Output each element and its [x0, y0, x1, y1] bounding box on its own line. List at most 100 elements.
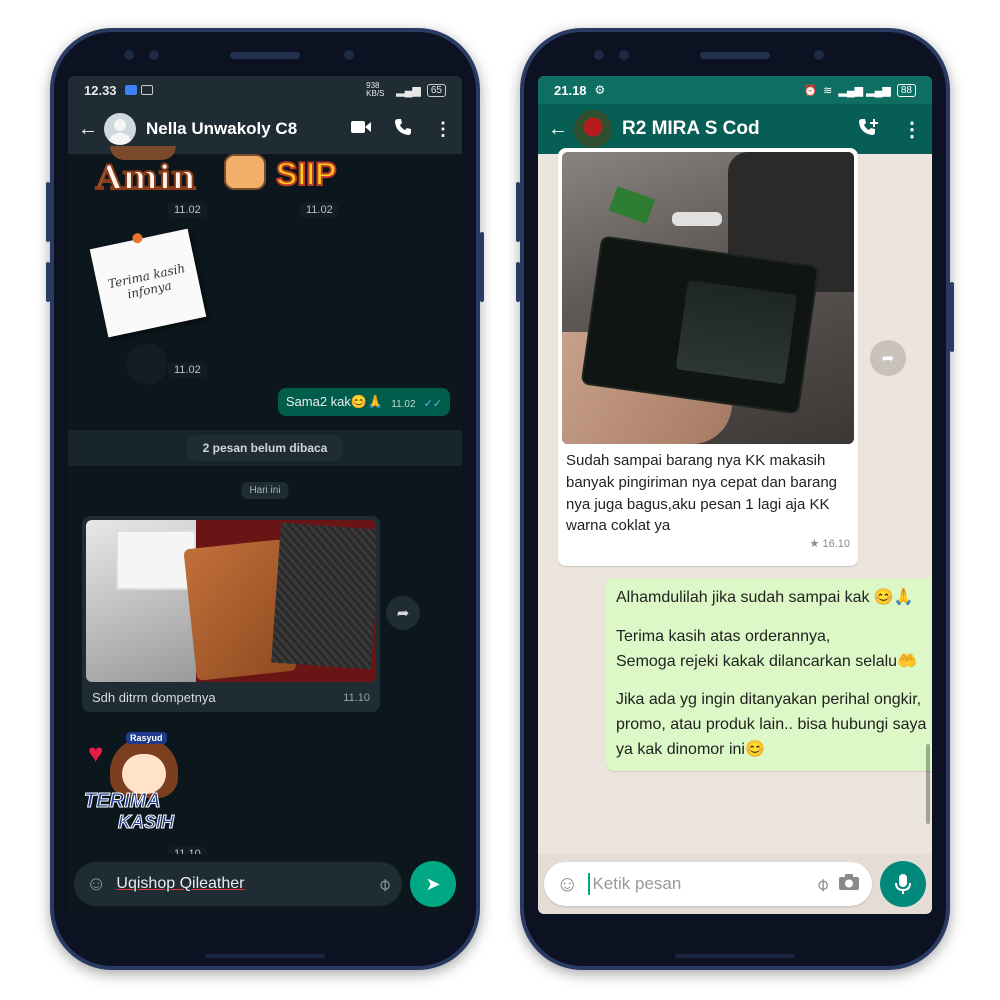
contact-avatar[interactable] [104, 113, 136, 145]
amin-sticker[interactable]: Amin [88, 146, 208, 199]
voice-call-icon[interactable] [394, 118, 412, 141]
message-input-text[interactable]: Uqishop Qileather [116, 875, 369, 893]
message-composer: ☺ Uqishop Qileather ⌀ ➤ [68, 854, 462, 914]
status-bar: 21.18 ⚙ ⏰ ≋ ▂▄▆ ▂▄▆ 88 [538, 76, 932, 104]
phone-chin [205, 954, 325, 958]
chat-area: Sudah sampai barang nya KK makasih banya… [538, 148, 932, 854]
more-options-icon[interactable]: ⋮ [434, 119, 452, 140]
bixby-button [46, 262, 50, 302]
sticker-text-line1: TERIMA [84, 790, 162, 813]
send-icon: ➤ [425, 873, 441, 894]
microphone-icon [895, 874, 911, 894]
front-camera-icon [344, 50, 354, 60]
terima-kasih-note-sticker[interactable]: Terima kasih infonya [89, 228, 207, 338]
amin-sticker-text: Amin [95, 157, 197, 199]
chat-header: ← R2 MIRA S Cod ⋮ [538, 104, 932, 154]
message-time: 11.02 [168, 202, 207, 218]
contact-name[interactable]: R2 MIRA S Cod [622, 118, 858, 140]
volume-button [516, 182, 520, 242]
black-wallet-shape [580, 235, 820, 415]
text-caret [588, 873, 591, 895]
back-arrow-icon[interactable]: ← [548, 118, 568, 141]
reply-line-1: Alhamdulilah jika sudah sampai kak 😊🙏 [616, 589, 914, 606]
attach-icon[interactable]: ⌀ [811, 873, 834, 896]
add-call-icon[interactable] [858, 117, 880, 142]
wallet-photo[interactable] [562, 152, 854, 444]
back-arrow-icon[interactable]: ← [78, 118, 98, 141]
thumbs-up-icon [224, 154, 266, 190]
notification-icon [140, 85, 153, 95]
carbon-box-shape [271, 522, 376, 670]
video-call-icon[interactable] [350, 119, 372, 140]
message-time: 16.10 [822, 538, 850, 550]
status-bar: 12.33 938 KB/S ▂▄▆ 65 [68, 76, 462, 104]
sticker-text-line2: KASIH [117, 812, 175, 833]
message-time: 11.10 [343, 691, 370, 704]
wallet-card-slots-shape [675, 279, 798, 385]
terima-kasih-sticker[interactable]: ♥ Rasyud TERIMA KASIH [82, 732, 202, 842]
outgoing-message-text: Sama2 kak😊🙏 [285, 394, 384, 409]
pushpin-icon [131, 232, 144, 245]
forward-icon[interactable]: ➦ [870, 340, 906, 376]
star-icon: ★ [809, 538, 820, 550]
emoji-icon[interactable]: ☺ [86, 873, 106, 896]
outgoing-message[interactable]: Sama2 kak😊🙏 11.02 ✓✓ [277, 388, 450, 416]
alarm-icon: ⏰ [803, 84, 818, 97]
wifi-icon: ≋ [823, 84, 833, 97]
power-button [950, 282, 954, 352]
incoming-image-message[interactable]: Sudah sampai barang nya KK makasih banya… [558, 148, 858, 566]
white-object-shape [672, 212, 722, 226]
attach-icon[interactable]: ⌀ [373, 873, 396, 896]
chat-area: Amin SIIP 11.02 11.02 Terima kasih infon… [68, 146, 462, 862]
signal-icon: ▂▄▆ ▂▄▆ [838, 84, 891, 97]
read-receipt-icon: ✓✓ [423, 398, 442, 410]
sensor-icon [124, 50, 134, 60]
unread-count-label: 2 pesan belum dibaca [186, 435, 344, 461]
sensor-icon [594, 50, 604, 60]
outgoing-message[interactable]: Alhamdulilah jika sudah sampai kak 😊🙏 Te… [606, 578, 932, 771]
status-time: 12.33 [84, 82, 117, 98]
camera-icon[interactable] [838, 873, 860, 896]
message-caption: Sudah sampai barang nya KK makasih banya… [566, 452, 838, 535]
siip-sticker-text: SIIP [275, 155, 337, 193]
more-options-icon[interactable]: ⋮ [902, 117, 922, 142]
power-button [480, 232, 484, 302]
siip-sticker[interactable]: SIIP [224, 154, 337, 198]
left-phone: 12.33 938 KB/S ▂▄▆ 65 ← Nella Unwakoly C… [46, 28, 484, 970]
contact-name[interactable]: Nella Unwakoly C8 [146, 119, 350, 139]
message-input[interactable]: ☺ Uqishop Qileather ⌀ [74, 862, 402, 906]
message-input[interactable]: ☺ Ketik pesan ⌀ [544, 862, 872, 906]
wallet-photo[interactable] [86, 520, 376, 682]
unread-banner: 2 pesan belum dibaca [68, 430, 462, 466]
battery-indicator: 88 [896, 83, 916, 97]
message-meta: ★ 16.10 [562, 537, 854, 552]
incoming-image-message[interactable]: Sdh ditrm dompetnya 11.10 [82, 516, 380, 712]
status-time: 21.18 [554, 82, 587, 98]
sensor-icon [149, 50, 159, 60]
chat-scrollbar[interactable] [926, 744, 930, 824]
message-time: 11.02 [300, 202, 339, 218]
right-whatsapp-screen: 21.18 ⚙ ⏰ ≋ ▂▄▆ ▂▄▆ 88 ← R2 MIRA S Cod ⋮ [538, 76, 932, 914]
reply-line-3: Semoga rejeki kakak dilancarkan selalu🤲 [616, 652, 917, 670]
phone-chin [675, 954, 795, 958]
notification-icon [124, 85, 137, 95]
mic-button[interactable] [880, 861, 926, 907]
date-divider: Hari ini [241, 482, 289, 499]
left-whatsapp-screen: 12.33 938 KB/S ▂▄▆ 65 ← Nella Unwakoly C… [68, 76, 462, 914]
battery-indicator: 65 [426, 83, 446, 97]
front-camera-icon [814, 50, 824, 60]
volume-button [46, 182, 50, 242]
send-button[interactable]: ➤ [410, 861, 456, 907]
right-phone: 21.18 ⚙ ⏰ ≋ ▂▄▆ ▂▄▆ 88 ← R2 MIRA S Cod ⋮ [516, 28, 954, 970]
note-text: Terima kasih infonya [106, 260, 187, 302]
bixby-button [516, 262, 520, 302]
contact-avatar[interactable] [574, 110, 612, 148]
message-composer: ☺ Ketik pesan ⌀ [538, 854, 932, 914]
emoji-icon[interactable]: ☺ [556, 871, 578, 897]
message-time: 11.02 [168, 362, 207, 378]
forward-icon[interactable]: ➦ [386, 596, 420, 630]
heart-icon: ♥ [88, 738, 104, 768]
message-time: 11.02 [391, 399, 416, 410]
sticker-badge: Rasyud [126, 732, 167, 744]
message-input-placeholder[interactable]: Ketik pesan [592, 874, 681, 894]
